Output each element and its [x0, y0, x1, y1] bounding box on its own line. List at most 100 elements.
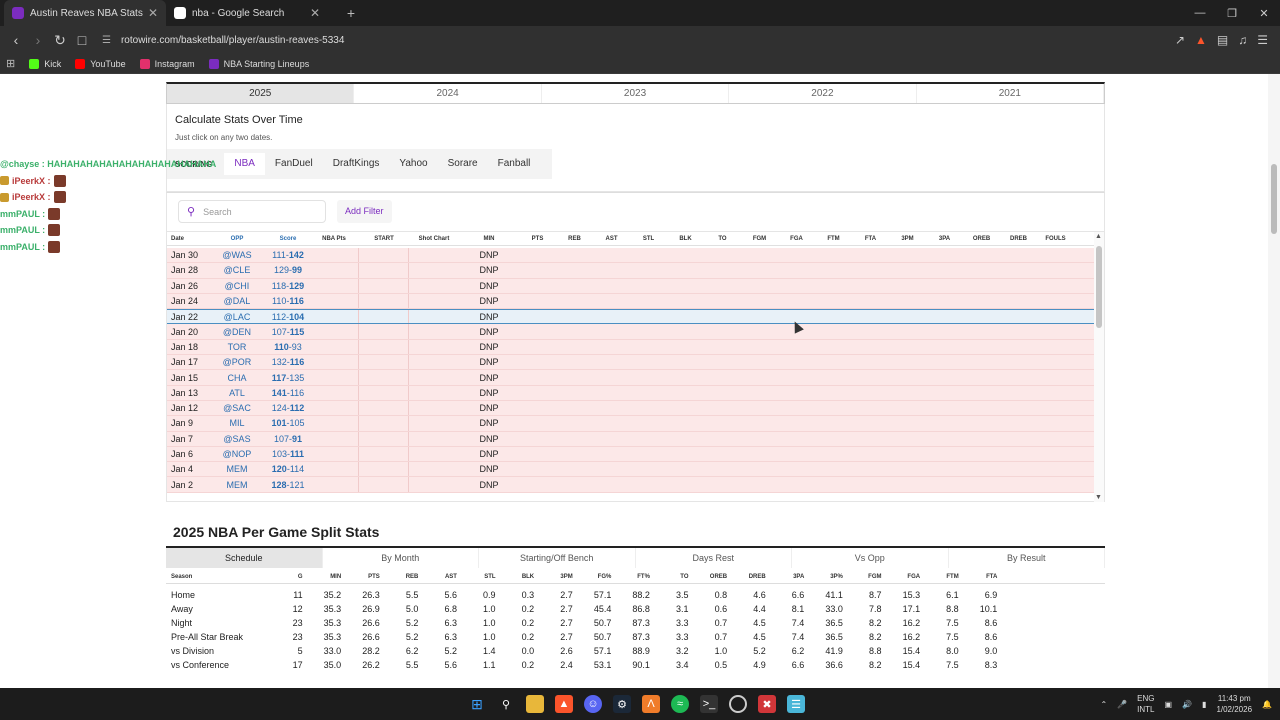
file-explorer-icon[interactable]: [526, 695, 544, 713]
row-opponent[interactable]: @LAC: [207, 312, 267, 322]
row-score[interactable]: 117-135: [267, 373, 309, 383]
terminal-icon[interactable]: >_: [700, 695, 718, 713]
steam-icon[interactable]: ⚙: [613, 695, 631, 713]
table-row[interactable]: Jan 15 CHA 117-135 DNP: [167, 370, 1096, 386]
row-score[interactable]: 129-99: [267, 265, 309, 275]
year-tab[interactable]: 2023: [542, 84, 730, 103]
row-score[interactable]: 118-129: [267, 281, 309, 291]
bookmark-item[interactable]: Instagram: [139, 58, 195, 69]
discord-icon[interactable]: ☺: [584, 695, 602, 713]
app-icon[interactable]: [729, 695, 747, 713]
column-header[interactable]: MIN: [459, 236, 519, 242]
splits-column-header[interactable]: OREB: [689, 574, 727, 580]
game-log-scrollbar[interactable]: ▲ ▼: [1094, 232, 1104, 502]
splits-column-header[interactable]: FT%: [611, 574, 650, 580]
new-tab-icon[interactable]: +: [338, 0, 364, 26]
row-opponent[interactable]: @POR: [207, 357, 267, 367]
reload-icon[interactable]: ↻: [50, 32, 70, 49]
column-header[interactable]: OREB: [963, 236, 1000, 242]
brave-browser-icon[interactable]: ▲: [555, 695, 573, 713]
row-score[interactable]: 103-111: [267, 449, 309, 459]
table-row[interactable]: Jan 17 @POR 132-116 DNP: [167, 355, 1096, 371]
network-icon[interactable]: ▣: [1165, 700, 1173, 709]
start-icon[interactable]: ⊞: [468, 695, 486, 713]
year-tab[interactable]: 2025: [167, 84, 355, 103]
column-header[interactable]: 3PM: [889, 236, 926, 242]
page-scroll-thumb[interactable]: [1271, 164, 1277, 234]
menu-icon[interactable]: ☰: [1257, 33, 1268, 47]
row-score[interactable]: 101-105: [267, 418, 309, 428]
splits-column-header[interactable]: MIN: [303, 574, 341, 580]
scoring-option[interactable]: Yahoo: [389, 153, 437, 175]
scoring-option[interactable]: Sorare: [438, 153, 488, 175]
column-header[interactable]: FGM: [741, 236, 778, 242]
row-score[interactable]: 120-114: [267, 464, 309, 474]
splits-tab[interactable]: By Month: [322, 548, 479, 568]
splits-column-header[interactable]: 3PA: [766, 574, 804, 580]
riot-client-icon[interactable]: ✖: [758, 695, 776, 713]
year-tab[interactable]: 2022: [729, 84, 917, 103]
row-score[interactable]: 128-121: [267, 480, 309, 490]
row-score[interactable]: 107-115: [267, 327, 309, 337]
row-score[interactable]: 132-116: [267, 357, 309, 367]
row-opponent[interactable]: @DAL: [207, 296, 267, 306]
volume-icon[interactable]: 🔊: [1182, 700, 1192, 709]
tab-close-icon[interactable]: ✕: [310, 6, 320, 20]
row-opponent[interactable]: CHA: [207, 373, 267, 383]
year-tab[interactable]: 2021: [917, 84, 1105, 103]
column-header[interactable]: 3PA: [926, 236, 963, 242]
column-header[interactable]: STL: [630, 236, 667, 242]
row-opponent[interactable]: @SAC: [207, 403, 267, 413]
column-header[interactable]: TO: [704, 236, 741, 242]
spotify-icon[interactable]: ≈: [671, 695, 689, 713]
row-opponent[interactable]: ATL: [207, 388, 267, 398]
scroll-down-icon[interactable]: ▼: [1095, 494, 1102, 501]
splits-column-header[interactable]: AST: [418, 574, 457, 580]
row-opponent[interactable]: MIL: [207, 418, 267, 428]
splits-tab[interactable]: Vs Opp: [792, 548, 949, 568]
row-opponent[interactable]: @CLE: [207, 265, 267, 275]
clock[interactable]: 11:43 pm 1/02/2026: [1216, 693, 1252, 715]
row-opponent[interactable]: @SAS: [207, 434, 267, 444]
splits-column-header[interactable]: Season: [166, 574, 264, 580]
tray-expand-icon[interactable]: ⌃: [1100, 700, 1107, 709]
notification-icon[interactable]: 🔔: [1262, 700, 1272, 709]
row-score[interactable]: 112-104: [267, 312, 309, 322]
search-input[interactable]: ⚲ Search: [178, 200, 326, 223]
table-row[interactable]: Jan 20 @DEN 107-115 DNP: [167, 324, 1096, 340]
table-row[interactable]: Jan 7 @SAS 107-91 DNP: [167, 431, 1096, 447]
row-score[interactable]: 141-116: [267, 388, 309, 398]
row-opponent[interactable]: @WAS: [207, 250, 267, 260]
row-score[interactable]: 111-142: [267, 250, 309, 260]
row-score[interactable]: 110-116: [267, 296, 309, 306]
table-row[interactable]: Jan 13 ATL 141-116 DNP: [167, 385, 1096, 401]
scroll-up-icon[interactable]: ▲: [1095, 233, 1102, 240]
row-score[interactable]: 110-93: [267, 342, 309, 352]
table-row[interactable]: Jan 18 TOR 110-93 DNP: [167, 339, 1096, 356]
column-header[interactable]: PTS: [519, 236, 556, 242]
language-indicator[interactable]: ENG INTL: [1137, 693, 1154, 715]
notepad-icon[interactable]: ☰: [787, 695, 805, 713]
site-info-icon[interactable]: ☰: [102, 35, 111, 46]
back-icon[interactable]: ‹: [6, 32, 26, 48]
apps-grid-icon[interactable]: ⊞: [6, 57, 15, 70]
splits-tab[interactable]: Starting/Off Bench: [479, 548, 636, 568]
bookmark-item[interactable]: YouTube: [75, 58, 126, 69]
row-opponent[interactable]: MEM: [207, 480, 267, 490]
column-header[interactable]: FTM: [815, 236, 852, 242]
table-row[interactable]: Jan 2 MEM 128-121 DNP: [167, 477, 1096, 493]
forward-icon[interactable]: ›: [28, 32, 48, 48]
column-header[interactable]: DREB: [1000, 236, 1037, 242]
column-header[interactable]: FGA: [778, 236, 815, 242]
splits-column-header[interactable]: 3P%: [804, 574, 843, 580]
search-taskbar-icon[interactable]: ⚲: [497, 695, 515, 713]
table-row[interactable]: Jan 22 @LAC 112-104 DNP: [167, 309, 1096, 325]
column-header[interactable]: OPP: [207, 236, 267, 242]
scoring-option[interactable]: Fanball: [488, 153, 541, 175]
page-scrollbar[interactable]: [1268, 74, 1280, 688]
splits-column-header[interactable]: DREB: [727, 574, 766, 580]
browser-tab[interactable]: Austin Reaves NBA Stats & News ✕: [4, 0, 166, 26]
column-header[interactable]: BLK: [667, 236, 704, 242]
splits-column-header[interactable]: STL: [457, 574, 495, 580]
splits-column-header[interactable]: FGM: [843, 574, 881, 580]
